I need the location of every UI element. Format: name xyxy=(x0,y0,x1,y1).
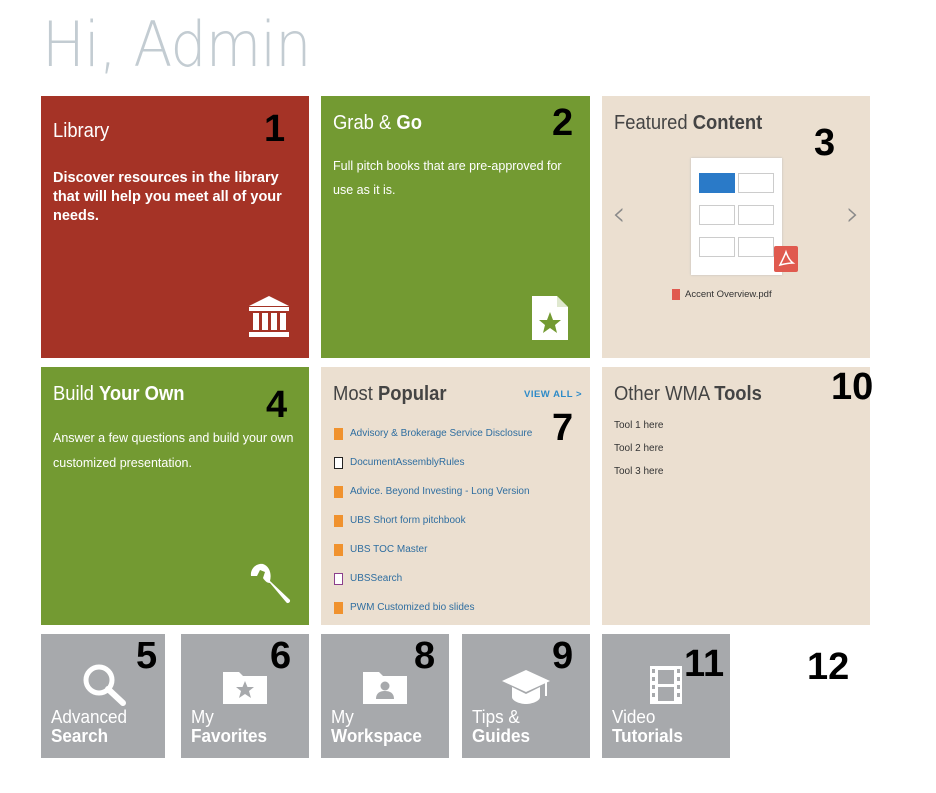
pdf-badge-icon xyxy=(774,246,798,272)
grab-and-go-description: Full pitch books that are pre-approved f… xyxy=(333,159,562,197)
my-workspace-label-2: Workspace xyxy=(331,726,422,746)
tool-item-1[interactable]: Tool 1 here xyxy=(614,419,663,442)
purple-doc-icon xyxy=(334,573,343,585)
popular-item-ubs-short-form[interactable]: UBS Short form pitchbook xyxy=(334,514,532,543)
popular-item-pwm-bio-slides[interactable]: PWM Customized bio slides xyxy=(334,601,532,625)
tips-and-guides-label-1: Tips & xyxy=(472,707,520,727)
carousel-prev-arrow[interactable]: ‹ xyxy=(612,194,626,234)
tools-list: Tool 1 here Tool 2 here Tool 3 here xyxy=(614,419,663,488)
annotation-number-11: 11 xyxy=(684,643,725,685)
view-all-link[interactable]: VIEW ALL > xyxy=(524,389,582,400)
black-doc-icon xyxy=(334,457,343,469)
user-folder-icon xyxy=(363,672,407,704)
other-wma-tools-title: Other WMA Tools xyxy=(614,383,762,405)
orange-doc-icon xyxy=(334,602,343,614)
bank-icon xyxy=(249,296,289,337)
video-tutorials-label-1: Video xyxy=(612,707,656,727)
video-tutorials-label-2: Tutorials xyxy=(612,726,683,746)
popular-item-ubs-toc-master[interactable]: UBS TOC Master xyxy=(334,543,532,572)
annotation-number-2: 2 xyxy=(552,102,574,144)
annotation-number-5: 5 xyxy=(136,635,158,677)
orange-doc-icon xyxy=(334,486,343,498)
annotation-number-10: 10 xyxy=(831,366,874,408)
build-your-own-title: Build Your Own xyxy=(53,383,185,405)
advanced-search-label-1: Advanced xyxy=(51,707,128,727)
annotation-number-12: 12 xyxy=(807,646,850,688)
my-favorites-label-1: My xyxy=(191,707,214,727)
annotation-number-1: 1 xyxy=(264,108,286,150)
popular-item-advice-beyond-investing[interactable]: Advice. Beyond Investing - Long Version xyxy=(334,485,532,514)
most-popular-title: Most Popular xyxy=(333,383,447,405)
tool-item-2[interactable]: Tool 2 here xyxy=(614,442,663,465)
film-icon xyxy=(650,666,682,704)
most-popular-tile: Most Popular VIEW ALL > Advisory & Broke… xyxy=(321,367,590,625)
grab-and-go-tile[interactable]: Grab & Go Full pitch books that are pre-… xyxy=(321,96,590,358)
other-wma-tools-tile: Other WMA Tools Tool 1 here Tool 2 here … xyxy=(602,367,870,625)
graduation-cap-icon xyxy=(502,670,550,704)
build-your-own-description: Answer a few questions and build your ow… xyxy=(53,431,294,470)
popular-item-document-assembly-rules[interactable]: DocumentAssemblyRules xyxy=(334,456,532,485)
greeting: Hi, Admin xyxy=(42,8,311,81)
library-description: Discover resources in the library that w… xyxy=(53,170,282,224)
grab-and-go-title: Grab & Go xyxy=(333,112,422,134)
star-folder-icon xyxy=(223,672,267,704)
my-workspace-label-1: My xyxy=(331,707,354,727)
annotation-number-9: 9 xyxy=(552,635,574,677)
tips-and-guides-label-2: Guides xyxy=(472,726,530,746)
wrench-icon xyxy=(250,563,291,604)
library-title: Library xyxy=(53,120,110,142)
orange-doc-icon xyxy=(334,544,343,556)
featured-content-title: Featured Content xyxy=(614,112,763,134)
annotation-number-3: 3 xyxy=(814,122,836,164)
search-icon xyxy=(83,664,126,706)
star-document-icon xyxy=(532,296,568,340)
popular-item-advisory-brokerage[interactable]: Advisory & Brokerage Service Disclosure xyxy=(334,427,532,456)
carousel-next-arrow[interactable]: › xyxy=(846,194,860,234)
advanced-search-label-2: Search xyxy=(51,726,109,746)
featured-file-link[interactable]: Accent Overview.pdf xyxy=(672,289,772,300)
popular-list: Advisory & Brokerage Service Disclosure … xyxy=(334,427,532,625)
pdf-icon xyxy=(672,289,680,300)
tool-item-3[interactable]: Tool 3 here xyxy=(614,465,663,488)
orange-doc-icon xyxy=(334,428,343,440)
orange-doc-icon xyxy=(334,515,343,527)
annotation-number-7: 7 xyxy=(552,407,574,449)
popular-item-ubssearch[interactable]: UBSSearch xyxy=(334,572,532,601)
my-favorites-label-2: Favorites xyxy=(191,726,268,746)
annotation-number-8: 8 xyxy=(414,635,436,677)
annotation-number-6: 6 xyxy=(270,635,292,677)
featured-thumbnail[interactable] xyxy=(691,158,782,275)
annotation-number-4: 4 xyxy=(266,384,288,426)
